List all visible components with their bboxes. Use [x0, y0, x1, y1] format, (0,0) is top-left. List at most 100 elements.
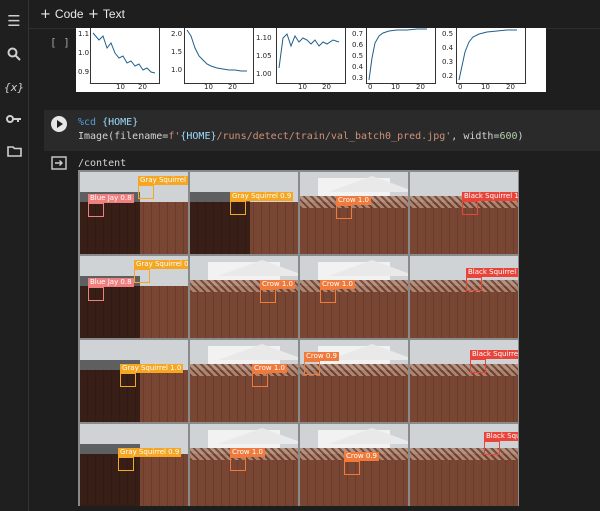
prediction-tile: Crow 0.9 — [300, 424, 408, 506]
detection-label: Black Squirrel 0.8 — [466, 268, 518, 277]
detection-box — [462, 201, 478, 215]
training-plots-output: 1.1 1.0 0.9 10 20 2.0 1.5 1.0 10 20 1.10… — [76, 28, 546, 92]
detection-box — [484, 441, 500, 455]
add-text-button[interactable]: + Text — [88, 6, 125, 22]
detection-label: Crow 1.0 — [230, 448, 265, 457]
prediction-tile: Gray Squirrel 1.0 — [80, 340, 188, 422]
code-token: f' — [168, 131, 181, 142]
detection-box — [344, 461, 360, 475]
tick-label: 1.10 — [256, 34, 272, 42]
menu-icon[interactable]: ☰ — [5, 12, 23, 30]
detection-box — [320, 289, 336, 303]
tick-label: 0.3 — [352, 74, 364, 82]
detection-box — [88, 203, 104, 217]
code-token: ) — [517, 131, 524, 142]
tick-label: 0.4 — [442, 44, 454, 52]
code-token: {HOME} — [180, 131, 217, 142]
detection-box — [260, 289, 276, 303]
detection-box — [336, 205, 352, 219]
prediction-tile: Crow 1.0 — [190, 256, 298, 338]
code-token: , width= — [451, 131, 500, 142]
output-text: /content — [78, 158, 127, 169]
tick-label: 0.5 — [442, 30, 454, 38]
detection-label: Gray Squirrel 1.0 — [120, 364, 184, 373]
key-icon[interactable] — [5, 110, 23, 128]
code-token: {HOME} — [102, 117, 139, 128]
tick-label: 0.3 — [442, 58, 454, 66]
tick-label: 0.7 — [352, 30, 364, 38]
tick-label: 10 — [481, 83, 490, 91]
plot-2 — [184, 28, 254, 84]
detection-box — [120, 373, 136, 387]
prediction-tile: Gray Squirrel 0.9Blue Jay 0.8 — [80, 256, 188, 338]
detection-box — [252, 373, 268, 387]
detection-label: Gray Squirrel 0.9 — [134, 260, 188, 269]
code-line-2[interactable]: Image(filename=f'{HOME}/runs/detect/trai… — [78, 131, 524, 142]
detection-label: Black Squ — [484, 432, 518, 441]
tick-label: 20 — [138, 83, 147, 91]
tick-label: 10 — [391, 83, 400, 91]
tick-label: 1.0 — [78, 49, 90, 57]
plot-4 — [366, 28, 436, 84]
output-options-icon[interactable] — [51, 156, 67, 170]
detection-box — [466, 277, 482, 291]
tick-label: 1.05 — [256, 52, 272, 60]
prediction-tile: Crow 1.0 — [300, 256, 408, 338]
detection-box — [118, 457, 134, 471]
detection-box — [230, 201, 246, 215]
cell-execution-count[interactable]: [ ] — [50, 36, 70, 49]
tick-label: 20 — [228, 83, 237, 91]
run-cell-button[interactable] — [51, 116, 67, 132]
prediction-tile: Black Squirrel — [410, 340, 518, 422]
tick-label: 0 — [368, 83, 373, 91]
add-code-label: Code — [54, 7, 84, 21]
tick-label: 0 — [458, 83, 463, 91]
detection-label: Crow 0.9 — [304, 352, 339, 361]
prediction-image-grid: Gray Squirrel 1.0Blue Jay 0.8Gray Squirr… — [78, 170, 519, 506]
folder-icon[interactable] — [5, 142, 23, 160]
code-token: %cd — [78, 117, 103, 128]
plus-icon: + — [40, 6, 51, 22]
detection-box — [230, 457, 246, 471]
prediction-tile: Crow 1.0 — [300, 172, 408, 254]
tick-label: 10 — [116, 83, 125, 91]
prediction-tile: Gray Squirrel 0.9 — [190, 172, 298, 254]
tick-label: 1.00 — [256, 70, 272, 78]
tick-label: 20 — [322, 83, 331, 91]
detection-box — [138, 185, 154, 199]
detection-label: Black Squirrel — [470, 350, 518, 359]
tick-label: 0.6 — [352, 41, 364, 49]
detection-label: Crow 1.0 — [252, 364, 287, 373]
prediction-tile: Gray Squirrel 0.9 — [80, 424, 188, 506]
tick-label: 20 — [416, 83, 425, 91]
code-token: 600 — [499, 131, 518, 142]
tick-label: 20 — [506, 83, 515, 91]
prediction-tile: Gray Squirrel 1.0 Blue Jay 0.8 — [80, 172, 188, 254]
detection-label: Crow 1.0 — [320, 280, 355, 289]
prediction-tile: Crow 1.0 — [190, 424, 298, 506]
tick-label: 0.4 — [352, 63, 364, 71]
tick-label: 0.5 — [352, 52, 364, 60]
variables-icon[interactable]: {x} — [4, 78, 25, 96]
plot-5 — [456, 28, 526, 84]
detection-box — [134, 269, 150, 283]
prediction-tile: Crow 0.9 — [300, 340, 408, 422]
sidebar: ☰ {x} — [0, 0, 29, 511]
detection-label: Gray Squirrel 0.9 — [118, 448, 182, 457]
detection-box — [470, 359, 486, 373]
tick-label: 10 — [204, 83, 213, 91]
add-code-button[interactable]: + Code — [40, 6, 84, 22]
detection-box — [88, 287, 104, 301]
detection-label: Black Squirrel 1.0 — [462, 192, 518, 201]
add-text-label: Text — [102, 7, 125, 21]
detection-label: Gray Squirrel 0.9 — [230, 192, 294, 201]
tick-label: 0.9 — [78, 68, 90, 76]
code-line-1[interactable]: %cd {HOME} — [78, 117, 138, 128]
prediction-tile: Black Squ — [410, 424, 518, 506]
search-icon[interactable] — [5, 45, 23, 63]
detection-box — [304, 361, 320, 375]
notebook-toolbar: + Code + Text — [29, 0, 600, 29]
tick-label: 1.1 — [78, 30, 90, 38]
detection-label: Crow 0.9 — [344, 452, 379, 461]
tick-label: 1.5 — [171, 48, 183, 56]
